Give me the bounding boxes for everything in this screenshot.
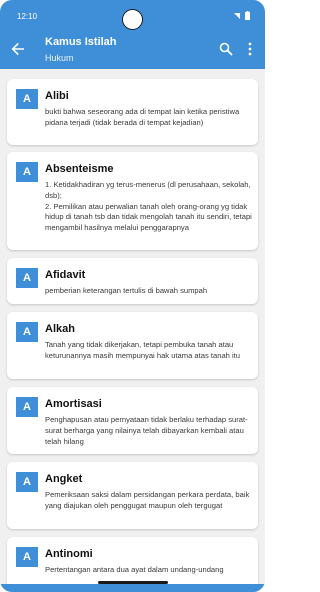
back-button[interactable] bbox=[10, 41, 26, 57]
status-time: 12:10 bbox=[17, 12, 38, 21]
letter-badge: A bbox=[16, 472, 38, 492]
letter-badge: A bbox=[16, 162, 38, 182]
term-title: Alkah bbox=[45, 323, 75, 335]
letter-badge: A bbox=[16, 397, 38, 417]
camera-notch bbox=[122, 9, 143, 30]
list-item[interactable]: A Alibi bukti bahwa seseorang ada di tem… bbox=[7, 79, 258, 145]
list-item[interactable]: A Afidavit pemberian keterangan tertulis… bbox=[7, 258, 258, 304]
search-icon bbox=[219, 42, 233, 56]
app-bar: Kamus Istilah Hukum bbox=[0, 31, 265, 69]
letter-badge: A bbox=[16, 547, 38, 567]
term-definition: pemberian keterangan tertulis di bawah s… bbox=[45, 286, 208, 295]
arrow-back-icon bbox=[11, 42, 24, 56]
term-definition: Pertentangan antara dua ayat dalam undan… bbox=[45, 565, 224, 574]
term-definition: bukti bahwa seseorang ada di tempat lain… bbox=[45, 107, 240, 127]
list-item[interactable]: A Absenteisme 1. Ketidakhadiran yg terus… bbox=[7, 152, 258, 250]
more-options-button[interactable] bbox=[245, 42, 255, 56]
term-definition: Pemeriksaan saksi dalam persidangan perk… bbox=[45, 490, 250, 510]
list-item[interactable]: A Amortisasi Penghapusan atau pernyataan… bbox=[7, 387, 258, 454]
term-title: Angket bbox=[45, 473, 83, 485]
bottom-navigation-bar bbox=[0, 584, 265, 592]
more-vert-icon bbox=[248, 42, 252, 56]
wifi-icon bbox=[233, 12, 241, 20]
term-definition: Tanah yang tidak dikerjakan, tetapi pemb… bbox=[45, 340, 241, 360]
status-icons bbox=[233, 11, 250, 20]
page-subtitle: Hukum bbox=[45, 53, 74, 63]
letter-badge: A bbox=[16, 322, 38, 342]
term-title: Absenteisme bbox=[45, 163, 114, 175]
battery-icon bbox=[245, 11, 250, 20]
term-definition: Penghapusan atau pernyataan tidak berlak… bbox=[45, 415, 248, 446]
term-list[interactable]: A Alibi bukti bahwa seseorang ada di tem… bbox=[0, 69, 265, 584]
term-title: Alibi bbox=[45, 90, 69, 102]
term-title: Afidavit bbox=[45, 269, 86, 281]
term-definition: 1. Ketidakhadiran yg terus-menerus (dl p… bbox=[45, 180, 252, 233]
term-title: Antinomi bbox=[45, 548, 93, 560]
letter-badge: A bbox=[16, 268, 38, 288]
phone-screen: 12:10 Kamus Istilah Hukum A Alibi bukti … bbox=[0, 0, 265, 592]
letter-badge: A bbox=[16, 89, 38, 109]
list-item[interactable]: A Antinomi Pertentangan antara dua ayat … bbox=[7, 537, 258, 584]
home-indicator[interactable] bbox=[98, 581, 168, 584]
status-bar: 12:10 bbox=[0, 0, 265, 31]
term-title: Amortisasi bbox=[45, 398, 102, 410]
list-item[interactable]: A Alkah Tanah yang tidak dikerjakan, tet… bbox=[7, 312, 258, 379]
list-item[interactable]: A Angket Pemeriksaan saksi dalam persida… bbox=[7, 462, 258, 529]
search-button[interactable] bbox=[219, 42, 233, 56]
page-title: Kamus Istilah bbox=[45, 36, 117, 48]
